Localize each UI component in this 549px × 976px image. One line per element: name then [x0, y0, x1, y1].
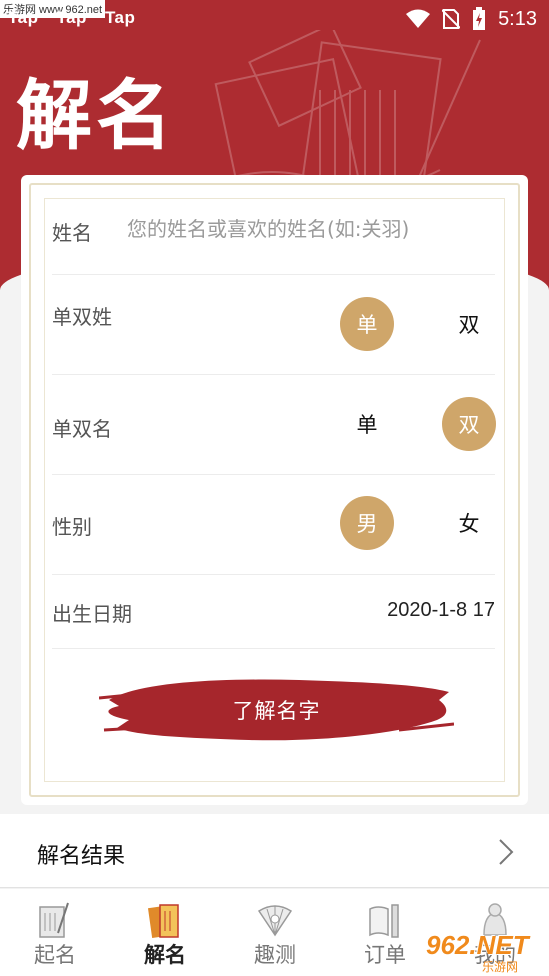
name-label: 姓名: [52, 221, 92, 245]
status-notifications: Tap Tap Tap: [8, 8, 135, 28]
understand-name-label: 了解名字: [232, 699, 321, 723]
no-sim-icon: [442, 9, 461, 29]
notification-app: Tap: [56, 8, 87, 27]
status-bar: Tap Tap Tap 5:13: [0, 0, 549, 40]
interpret-book-icon: [147, 904, 179, 938]
given-name-single-option[interactable]: 单: [340, 397, 394, 451]
surname-type-label: 单双姓: [52, 305, 112, 329]
page-title: 解名: [16, 71, 176, 160]
nav-item-fun-test[interactable]: 趣测: [220, 889, 330, 976]
watermark-logo-text: 962.NET: [426, 930, 529, 960]
naming-scroll-icon: [39, 902, 69, 938]
chevron-right-icon: [499, 839, 514, 865]
birth-date-label: 出生日期: [52, 602, 132, 626]
clock: 5:13: [498, 7, 537, 30]
given-name-type-row: 单双名 单 双: [52, 375, 496, 475]
given-name-type-label: 单双名: [52, 417, 112, 441]
surname-type-row: 单双姓 单 双: [52, 275, 495, 375]
gender-label: 性别: [52, 515, 92, 539]
nav-item-interpret[interactable]: 解名: [110, 889, 220, 976]
name-row: 姓名: [52, 175, 497, 275]
nav-label-naming: 起名: [34, 943, 76, 967]
order-scroll-icon: [369, 904, 399, 938]
surname-single-option[interactable]: 单: [340, 297, 394, 351]
wifi-icon: [406, 9, 431, 28]
gender-female-option[interactable]: 女: [442, 496, 496, 550]
notification-app: Tap: [8, 8, 39, 27]
name-input[interactable]: [127, 209, 497, 249]
name-form-card: 姓名 单双姓 单 双 单双名 单 双 性别 男 女 出生日期 2020-1-8 …: [21, 175, 528, 805]
gender-row: 性别 男 女: [52, 475, 495, 575]
birth-date-value[interactable]: 2020-1-8 17: [387, 599, 495, 622]
given-name-double-option[interactable]: 双: [442, 397, 496, 451]
surname-double-option[interactable]: 双: [442, 297, 496, 351]
interpret-result-row[interactable]: 解名结果: [0, 814, 549, 888]
nav-label-interpret: 解名: [144, 943, 186, 967]
fan-icon: [257, 905, 293, 937]
notification-app: Tap: [104, 8, 136, 27]
nav-item-naming[interactable]: 起名: [0, 889, 110, 976]
watermark-logo-sub: 乐游网: [482, 960, 519, 974]
battery-charging-icon: [473, 7, 486, 30]
watermark-logo: 962.NET 乐游网: [414, 928, 546, 974]
nav-label-fun-test: 趣测: [254, 943, 296, 967]
birth-date-row[interactable]: 出生日期 2020-1-8 17: [52, 575, 495, 649]
understand-name-button[interactable]: 了解名字: [99, 670, 454, 750]
interpret-result-label: 解名结果: [37, 844, 126, 869]
gender-male-option[interactable]: 男: [340, 496, 394, 550]
